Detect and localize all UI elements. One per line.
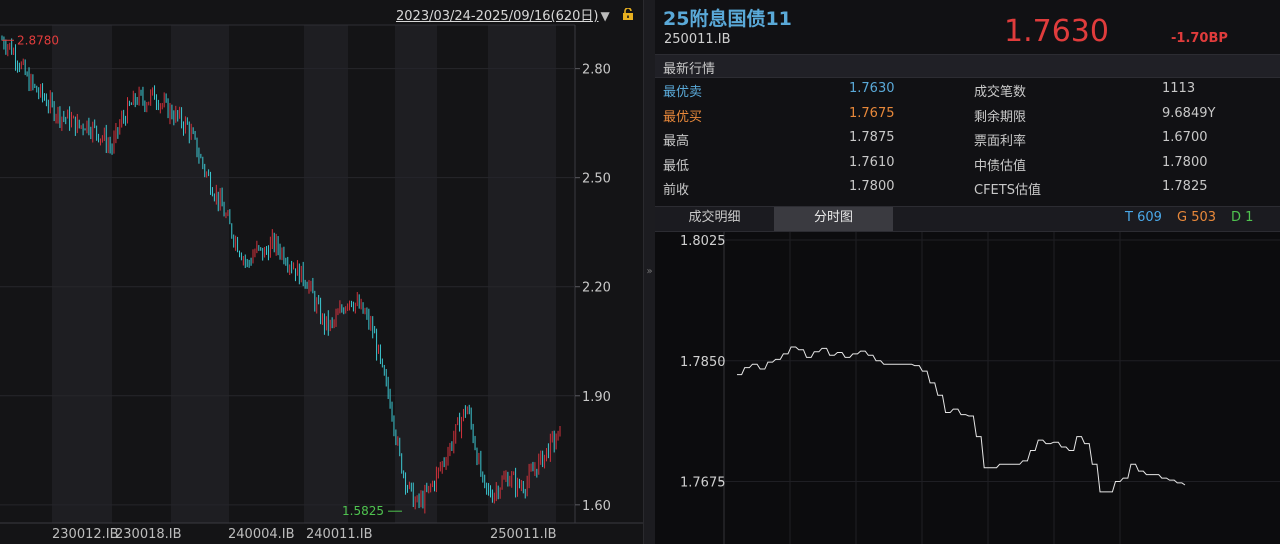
value-best-ask: 1.7630 bbox=[849, 81, 895, 96]
kline-x-label: 230018.IB bbox=[115, 527, 182, 542]
collapse-arrow-icon[interactable]: » bbox=[644, 262, 655, 282]
value-best-bid: 1.7675 bbox=[849, 105, 895, 121]
kline-panel[interactable]: 2.80 2.50 2.20 1.90 1.60 2.8780 1.5825 230012… bbox=[0, 0, 643, 544]
section-title: 最新行情 bbox=[663, 62, 716, 77]
range-dropdown-icon[interactable]: ▼ bbox=[601, 9, 610, 23]
kline-y-tick: 1.60 bbox=[582, 499, 611, 514]
bp-change: -1.70BP bbox=[1171, 31, 1228, 46]
kline-x-label: 240011.IB bbox=[306, 527, 373, 542]
quote-row-low: 最低 1.7610 中债估值 1.7800 bbox=[655, 152, 1280, 177]
kline-y-tick: 2.80 bbox=[582, 63, 611, 78]
value-high: 1.7875 bbox=[849, 130, 895, 146]
label-best-ask: 最优卖 bbox=[663, 85, 703, 100]
quote-row-best-bid: 最优买 1.7675 剩余期限 9.6849Y bbox=[655, 103, 1280, 128]
label-trade-count: 成交笔数 bbox=[974, 85, 1027, 100]
t-count: T 609 bbox=[1125, 210, 1162, 225]
label-chinabond-valuation: 中债估值 bbox=[974, 158, 1027, 174]
value-cfets-valuation: 1.7825 bbox=[1162, 179, 1208, 195]
d-count: D 1 bbox=[1231, 210, 1254, 225]
quote-row-prev-close: 前收 1.7800 CFETS估值 1.7825 bbox=[655, 176, 1280, 201]
value-coupon-rate: 1.6700 bbox=[1162, 130, 1208, 146]
kline-x-label: 230012.IB bbox=[52, 527, 119, 542]
kline-x-label: 250011.IB bbox=[490, 527, 557, 542]
intraday-chart[interactable]: 1.8025 1.7850 1.7675 bbox=[655, 232, 1280, 544]
label-cfets-valuation: CFETS估值 bbox=[974, 183, 1041, 199]
intraday-y-tick: 1.7850 bbox=[680, 355, 726, 370]
tab-trade-details[interactable]: 成交明细 bbox=[655, 207, 774, 231]
intraday-y-tick: 1.8025 bbox=[680, 234, 726, 249]
g-count: G 503 bbox=[1177, 210, 1217, 225]
kline-y-tick: 2.50 bbox=[582, 172, 611, 187]
kline-x-label: 240004.IB bbox=[228, 527, 295, 542]
chart-tab-bar: 成交明细 分时图 T 609 G 503 D 1 bbox=[655, 206, 1280, 232]
label-prev-close: 前收 bbox=[663, 183, 690, 199]
quote-row-best-ask: 最优卖 1.7630 成交笔数 1113 bbox=[655, 78, 1280, 103]
label-low: 最低 bbox=[663, 158, 690, 174]
value-remaining-term: 9.6849Y bbox=[1162, 105, 1216, 121]
lock-icon[interactable] bbox=[622, 8, 634, 20]
value-chinabond-valuation: 1.7800 bbox=[1162, 154, 1208, 170]
high-marker: 2.8780 bbox=[17, 33, 59, 47]
kline-y-tick: 2.20 bbox=[582, 281, 611, 296]
value-trade-count: 1113 bbox=[1162, 81, 1196, 96]
quote-panel: 25附息国债11 250011.IB 1.7630 -1.70BP 最新行情 最… bbox=[655, 0, 1280, 544]
value-low: 1.7610 bbox=[849, 154, 895, 170]
tab-intraday[interactable]: 分时图 bbox=[774, 207, 893, 231]
label-remaining-term: 剩余期限 bbox=[974, 109, 1027, 125]
value-prev-close: 1.7800 bbox=[849, 179, 895, 195]
low-marker: 1.5825 bbox=[342, 504, 384, 518]
date-range-label[interactable]: 2023/03/24-2025/09/16(620日) bbox=[396, 9, 599, 24]
latest-quote-header: 最新行情 bbox=[655, 54, 1280, 78]
intraday-y-tick: 1.7675 bbox=[680, 476, 726, 491]
label-best-bid: 最优买 bbox=[663, 109, 703, 125]
quote-table: 最优卖 1.7630 成交笔数 1113 最优买 1.7675 剩余期限 9.6… bbox=[655, 78, 1280, 201]
date-range-selector[interactable]: 2023/03/24-2025/09/16(620日) ▼ bbox=[396, 5, 610, 24]
label-high: 最高 bbox=[663, 134, 690, 150]
label-coupon-rate: 票面利率 bbox=[974, 134, 1027, 150]
quote-row-high: 最高 1.7875 票面利率 1.6700 bbox=[655, 127, 1280, 152]
kline-chart[interactable]: 2.80 2.50 2.20 1.90 1.60 2.8780 1.5825 230012… bbox=[0, 0, 643, 544]
bond-name: 25附息国债11 bbox=[663, 8, 792, 30]
last-price: 1.7630 bbox=[1004, 14, 1109, 49]
bond-code: 250011.IB bbox=[664, 32, 731, 47]
kline-y-tick: 1.90 bbox=[582, 390, 611, 405]
